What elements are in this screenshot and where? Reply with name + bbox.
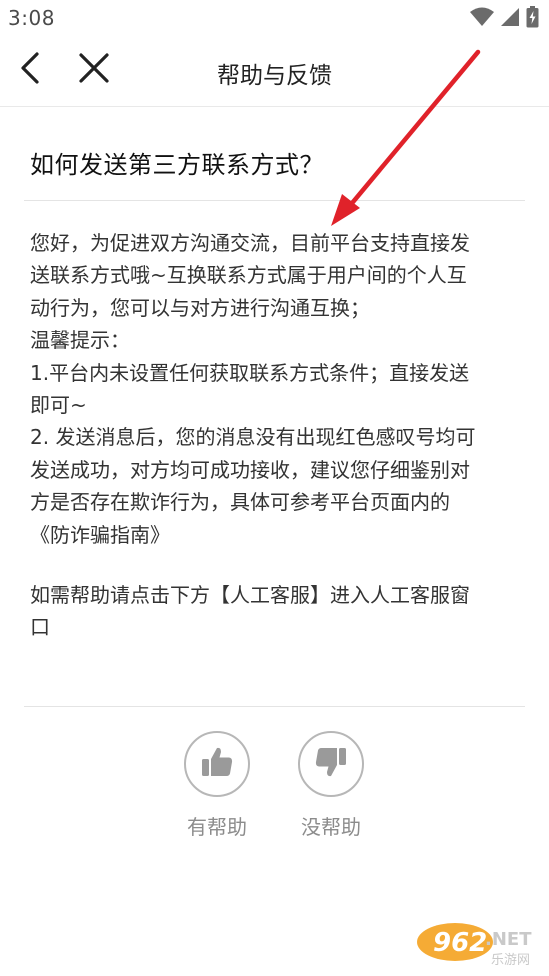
answer-line: 发送成功，对方均可成功接收，建议您仔细鉴别对 <box>30 457 470 482</box>
answer-line: 动行为，您可以与对方进行沟通互换； <box>30 295 370 320</box>
answer-line: 您好，为促进双方沟通交流，目前平台支持直接发 <box>30 231 470 255</box>
helpful-feedback: 有帮助 <box>157 731 277 840</box>
answer-line: 即可~ <box>30 393 87 418</box>
not-helpful-button[interactable] <box>298 731 364 797</box>
navigation-header: 帮助与反馈 <box>0 36 549 107</box>
answer-line: 温馨提示： <box>30 328 130 353</box>
support-hint-line: 如需帮助请点击下方【人工客服】进入人工客服窗 <box>30 583 470 608</box>
answer-line: 送联系方式哦~互换联系方式属于用户间的个人互 <box>30 263 467 288</box>
status-icons <box>470 6 539 32</box>
battery-charging-icon <box>526 6 539 32</box>
thumbs-up-icon <box>200 745 234 783</box>
status-bar: 3:08 <box>0 0 549 36</box>
page-title: 帮助与反馈 <box>217 63 332 89</box>
not-helpful-feedback: 没帮助 <box>271 731 391 840</box>
thumbs-down-icon <box>314 745 348 783</box>
answer-line: 《防诈骗指南》 <box>30 522 170 547</box>
answer-line: 方是否存在欺诈行为，具体可参考平台页面内的 <box>30 490 450 515</box>
watermark-number: 962 <box>433 928 487 958</box>
wifi-icon <box>470 7 494 31</box>
title-divider <box>24 200 525 201</box>
helpful-button[interactable] <box>184 731 250 797</box>
status-time: 3:08 <box>8 6 55 30</box>
answer-line: 1.平台内未设置任何获取联系方式条件；直接发送 <box>30 360 470 385</box>
not-helpful-label: 没帮助 <box>301 815 361 839</box>
answer-line: 2. 发送消息后，您的消息没有出现红色感叹号均可 <box>30 425 476 450</box>
answer-body: 您好，为促进双方沟通交流，目前平台支持直接发 送联系方式哦~互换联系方式属于用户… <box>30 227 525 644</box>
question-title: 如何发送第三方联系方式？ <box>30 151 324 179</box>
feedback-divider <box>24 706 525 707</box>
cellular-signal-icon <box>500 7 520 31</box>
help-feedback-screen: 3:08 帮助与反馈 如何发送第三方联系方式？ 您好，为促进双方沟通交流，目前平… <box>0 0 549 976</box>
watermark-site: 乐游网 <box>491 953 530 968</box>
watermark-net: .NET <box>485 929 532 950</box>
support-hint-line: 口 <box>30 615 50 640</box>
helpful-label: 有帮助 <box>187 815 247 839</box>
site-watermark: 962 .NET 乐游网 <box>413 918 543 970</box>
